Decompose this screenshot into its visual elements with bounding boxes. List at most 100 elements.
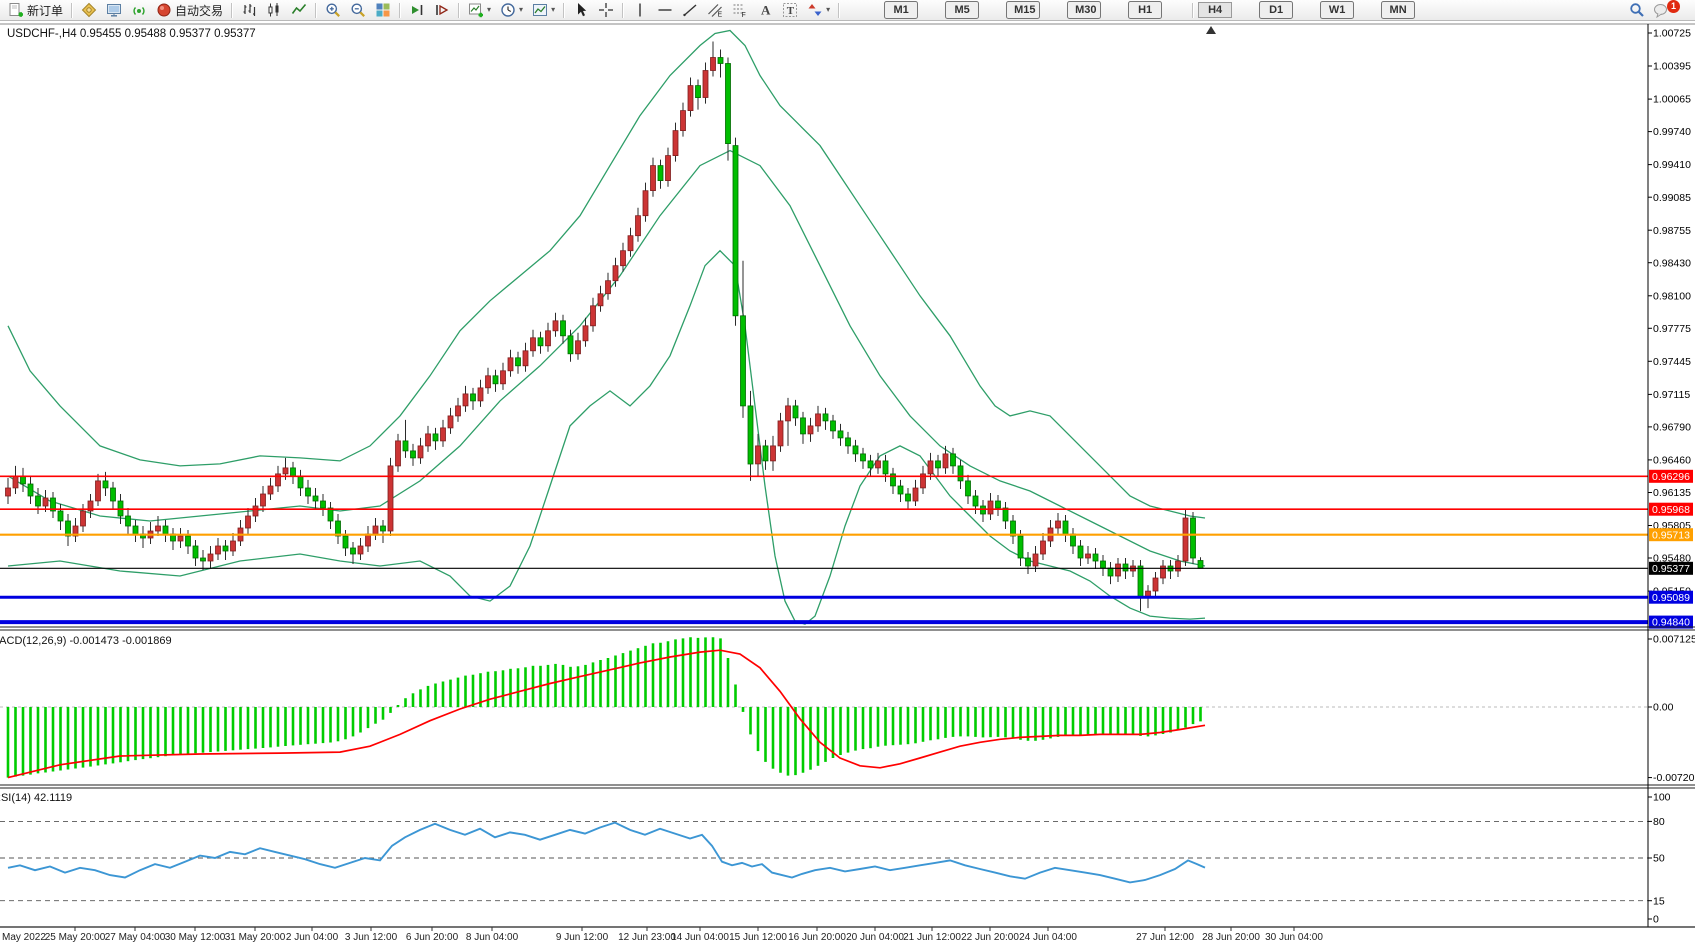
price-tick-label: 0.98755 [1653, 225, 1691, 237]
hline-icon [657, 2, 673, 18]
time-tick-label: 22 Jun 20:00 [961, 932, 1019, 943]
candle [1191, 512, 1196, 564]
equidistant-channel-button[interactable]: E [703, 1, 727, 20]
horizontal-line-button[interactable] [653, 1, 677, 20]
arrows-button[interactable]: ▾ [803, 1, 834, 20]
signal-button[interactable] [127, 1, 151, 20]
trendline-button[interactable] [678, 1, 702, 20]
timeframe-d1[interactable]: D1 [1259, 1, 1293, 19]
time-tick-label: 27 May 04:00 [105, 932, 166, 943]
toolbar-separator [315, 3, 317, 18]
price-tick-label: 0.99740 [1653, 126, 1691, 138]
rsi-tick-label: 100 [1653, 792, 1671, 804]
template-button[interactable]: ▾ [528, 1, 559, 20]
auto-scroll-button[interactable] [405, 1, 429, 20]
timeframe-h4[interactable]: H4 [1198, 2, 1232, 18]
main-toolbar: 新订单 自动交易 ▾ ▾ ▾ E FAT ▾ M1 M5 M15 M30 H1 H4 D1 W1 MN 1 [0, 0, 1695, 21]
rsi-tick-label: 50 [1653, 853, 1665, 865]
fib-icon: F [732, 2, 748, 18]
autotrading-button[interactable]: 自动交易 [152, 1, 227, 20]
price-line-axis-label: 0.96296 [1652, 471, 1690, 483]
price-tick-label: 1.00395 [1653, 61, 1691, 73]
time-tick-label: 30 Jun 04:00 [1265, 932, 1323, 943]
chart-title: USDCHF-,H4 0.95455 0.95488 0.95377 0.953… [7, 28, 256, 40]
time-tick-label: 28 Jun 20:00 [1202, 932, 1260, 943]
chart-line-icon [291, 2, 307, 18]
text-button[interactable]: A [753, 1, 777, 20]
clock-icon [500, 2, 516, 18]
autoscroll-icon [409, 2, 425, 18]
timeframe-w1[interactable]: W1 [1320, 1, 1354, 19]
time-tick-label: 24 Jun 04:00 [1019, 932, 1077, 943]
notifications-button[interactable]: 1 [1649, 1, 1689, 20]
price-tick-label: 0.99410 [1653, 159, 1691, 171]
channel-icon: E [707, 2, 723, 18]
toolbar-right-group: 1 [1625, 1, 1689, 20]
timeframe-h1[interactable]: H1 [1128, 1, 1162, 19]
chart-shift-button[interactable] [430, 1, 454, 20]
toolbar-separator [622, 3, 624, 18]
search-button[interactable] [1625, 1, 1649, 20]
time-tick-label: 2 Jun 04:00 [286, 932, 339, 943]
text-label-button[interactable]: T [778, 1, 802, 20]
toolbar-separator [231, 3, 233, 18]
new-order-button[interactable]: 新订单 [4, 1, 67, 20]
crosshair-icon [598, 2, 614, 18]
zoom-out-button[interactable] [346, 1, 370, 20]
new-chart-button[interactable]: ▾ [464, 1, 495, 20]
price-tick-label: 0.96790 [1653, 422, 1691, 434]
fibonacci-button[interactable]: F [728, 1, 752, 20]
shift-icon [434, 2, 450, 18]
crosshair-button[interactable] [594, 1, 618, 20]
text-t-icon: T [782, 2, 798, 18]
chart-surface[interactable]: 1.007251.003951.000650.997400.994100.990… [0, 0, 1695, 946]
cursor-button[interactable] [569, 1, 593, 20]
charts-window-button[interactable] [102, 1, 126, 20]
line-chart-button[interactable] [287, 1, 311, 20]
trendline-icon [682, 2, 698, 18]
vline-icon [632, 2, 648, 18]
time-tick-label: 31 May 20:00 [225, 932, 286, 943]
price-tick-label: 0.98100 [1653, 290, 1691, 302]
price-line-axis-label: 0.95377 [1652, 563, 1690, 575]
timeframe-mn[interactable]: MN [1381, 1, 1415, 19]
zoom-in-button[interactable] [321, 1, 345, 20]
time-tick-label: 20 Jun 04:00 [846, 932, 904, 943]
candle [388, 458, 393, 536]
template-icon [532, 2, 548, 18]
toolbar-separator [838, 3, 840, 18]
time-tick-label: 30 May 12:00 [165, 932, 226, 943]
price-tick-label: 0.99085 [1653, 192, 1691, 204]
macd-tick-label: -0.007201 [1653, 772, 1695, 784]
timeframe-m15[interactable]: M15 [1006, 1, 1040, 19]
timeframe-m5[interactable]: M5 [945, 1, 979, 19]
timeframe-m30[interactable]: M30 [1067, 1, 1101, 19]
time-tick-label: 21 Jun 12:00 [903, 932, 961, 943]
chevron-down-icon: ▾ [519, 6, 523, 14]
price-line-axis-label: 0.95089 [1652, 592, 1690, 604]
new-order-icon [8, 2, 24, 18]
svg-text:T: T [787, 5, 795, 17]
svg-text:E: E [718, 12, 723, 19]
toolbar-separator [399, 3, 401, 18]
rsi-tick-label: 15 [1653, 895, 1665, 907]
timeframe-m1[interactable]: M1 [884, 1, 918, 19]
candle [733, 138, 738, 326]
vertical-line-button[interactable] [628, 1, 652, 20]
time-tick-label: 9 Jun 12:00 [556, 932, 609, 943]
time-tick-label: 6 Jun 20:00 [406, 932, 459, 943]
period-selector-button[interactable]: ▾ [496, 1, 527, 20]
seal-button[interactable] [77, 1, 101, 20]
zoom-out-icon [350, 2, 366, 18]
toolbar-separator [563, 3, 565, 18]
bar-chart-button[interactable] [237, 1, 261, 20]
candlestick-chart-button[interactable] [262, 1, 286, 20]
price-tick-label: 1.00725 [1653, 28, 1691, 40]
tile-windows-button[interactable] [371, 1, 395, 20]
notification-badge: 1 [1667, 0, 1680, 13]
tiles-icon [375, 2, 391, 18]
rsi-tick-label: 80 [1653, 816, 1665, 828]
time-tick-label: 16 Jun 20:00 [788, 932, 846, 943]
price-tick-label: 0.96135 [1653, 487, 1691, 499]
toolbar-separator [458, 3, 460, 18]
